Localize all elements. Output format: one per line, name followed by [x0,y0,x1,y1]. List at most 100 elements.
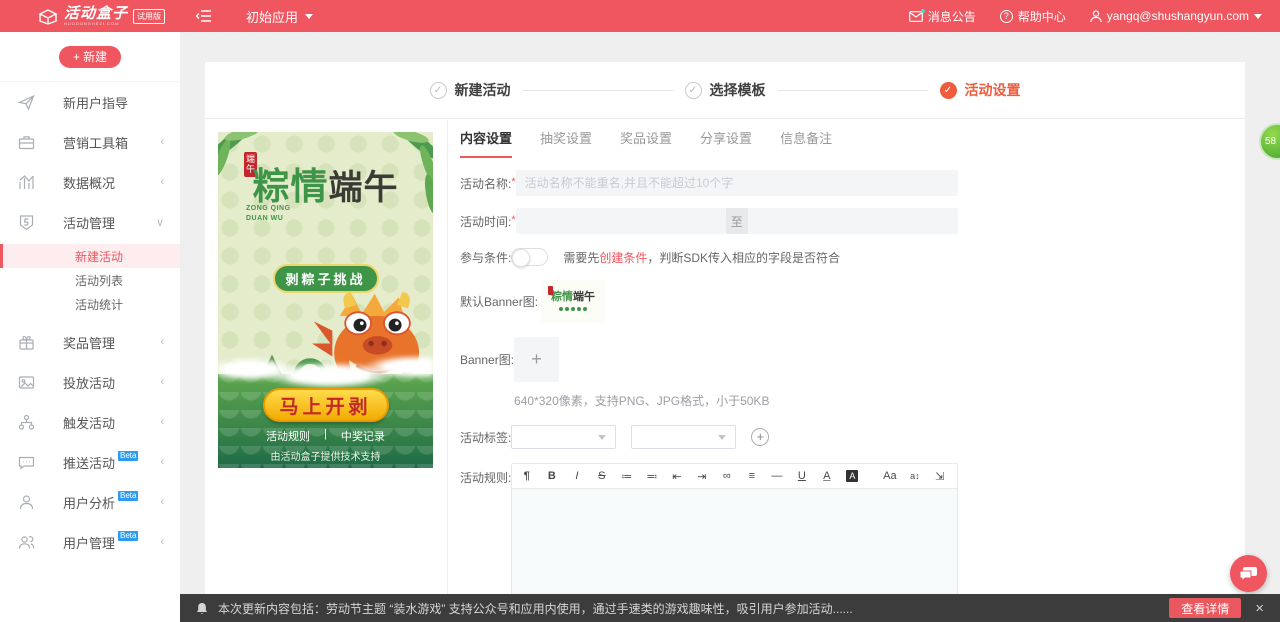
sidebar-item-activity-management[interactable]: 活动管理 ∨ [0,202,180,242]
banner-label: Banner图: [460,337,514,368]
line-height-icon[interactable]: a↕ [902,471,927,481]
create-condition-link[interactable]: 创建条件 [599,251,647,265]
sidebar-item-prize-management[interactable]: 奖品管理 ‹ [0,322,180,362]
required-mark: * [511,176,515,188]
activity-name-row: 活动名称:* [460,170,958,196]
sidebar-item-label: 用户分析 [63,493,115,512]
link-icon[interactable]: ∞ [714,470,739,482]
user-email: yangq@shushangyun.com [1107,9,1249,23]
tab-prize-settings[interactable]: 奖品设置 [620,128,672,158]
indent-icon[interactable]: ⇥ [689,470,714,483]
image-icon [18,374,35,391]
activity-preview-poster: 端午 粽情端午 ZONG QING DUAN WU 剥粽子挑战 [218,132,433,468]
sidebar: + 新建 新用户指导 营销工具箱 ‹ 数据概况 ‹ 活动管理 ∨ 新建活动 活动… [0,32,180,622]
underline-icon[interactable]: U [789,470,814,482]
add-tag-button[interactable]: + [751,428,769,446]
banner-upload-box[interactable]: + [514,337,559,382]
check-icon: ✓ [430,82,447,99]
help-center-link[interactable]: ? 帮助中心 [1000,8,1066,25]
time-separator: 至 [726,208,748,234]
unordered-list-icon[interactable]: ≔ [614,470,639,483]
step-activity-settings[interactable]: ✓ 活动设置 [940,80,1021,100]
activity-tags-row: 活动标签: + [460,425,958,449]
sidebar-item-marketing-toolbox[interactable]: 营销工具箱 ‹ [0,122,180,162]
poster-footer: 由活动盒子提供技术支持 [218,448,433,463]
sidebar-item-label: 新用户指导 [63,93,128,112]
sidebar-item-label: 营销工具箱 [63,133,128,152]
participation-condition-row: 参与条件: 需要先创建条件，判断SDK传入相应的字段是否符合 [460,248,958,266]
sidebar-item-user-analysis[interactable]: 用户分析 Beta ‹ [0,482,180,522]
new-activity-button[interactable]: + 新建 [59,46,121,68]
qq-service-badge[interactable]: 58 [1259,123,1280,160]
sidebar-item-push-activity[interactable]: 推送活动 Beta ‹ [0,442,180,482]
activity-name-input[interactable] [516,170,958,196]
user-icon [1090,10,1102,23]
new-button-area: + 新建 [0,32,180,82]
gift-box-logo-icon [38,7,58,25]
messages-link[interactable]: 消息公告 [909,8,976,25]
sidebar-subitem-new-activity[interactable]: 新建活动 [0,244,180,268]
tab-content-settings[interactable]: 内容设置 [460,128,512,158]
activity-time-label: 活动时间:* [460,213,516,230]
chat-fab-button[interactable] [1230,555,1267,592]
fullscreen-icon[interactable]: ⇲ [927,470,952,483]
vertical-divider [447,120,448,622]
chevron-down-icon [305,14,313,19]
envelope-icon [909,11,923,22]
banner-helper-text: 640*320像素，支持PNG、JPG格式，小于50KB [514,392,769,409]
activity-time-start-input[interactable] [516,208,726,234]
activity-management-submenu: 新建活动 活动列表 活动统计 [0,242,180,322]
condition-toggle[interactable] [511,248,548,266]
tab-lottery-settings[interactable]: 抽奖设置 [540,128,592,158]
poster-cta-button: 马上开剥 [263,388,389,422]
editor-toolbar: ¶ B I S ≔ ≕ ⇤ ⇥ ∞ ≡ — U A A Aa [512,464,957,489]
activity-time-end-input[interactable] [748,208,958,234]
poster-subtitle: ZONG QING DUAN WU [246,204,291,224]
horizontal-rule-icon[interactable]: — [764,470,789,482]
italic-icon[interactable]: I [564,470,589,482]
sidebar-subitem-activity-stats[interactable]: 活动统计 [0,292,180,316]
font-color-icon[interactable]: A [814,470,839,482]
paragraph-icon[interactable]: ¶ [514,470,539,482]
outdent-icon[interactable]: ⇤ [664,470,689,483]
collapse-sidebar-icon[interactable] [196,10,212,22]
tag-select-1[interactable] [511,425,616,449]
sidebar-item-data-overview[interactable]: 数据概况 ‹ [0,162,180,202]
chevron-down-icon [1254,14,1262,19]
gift-icon [18,334,35,351]
step-connector [523,90,673,91]
sidebar-subitem-activity-list[interactable]: 活动列表 [0,268,180,292]
step-choose-template[interactable]: ✓ 选择模板 [685,80,766,100]
ordered-list-icon[interactable]: ≕ [639,470,664,483]
help-label: 帮助中心 [1018,8,1066,25]
align-icon[interactable]: ≡ [739,470,764,482]
content-area: 端午 粽情端午 ZONG QING DUAN WU 剥粽子挑战 [205,120,1245,622]
app-selector[interactable]: 初始应用 [246,7,313,26]
user-menu[interactable]: yangq@shushangyun.com [1090,9,1262,23]
sidebar-item-label: 活动管理 [63,213,115,232]
close-icon[interactable]: × [1255,601,1264,616]
beta-badge: Beta [118,531,138,541]
tab-info-notes[interactable]: 信息备注 [780,128,832,158]
activity-tags-label: 活动标签: [460,429,511,446]
paper-plane-icon [18,94,35,111]
sidebar-item-trigger-activity[interactable]: 触发活动 ‹ [0,402,180,442]
default-banner-thumbnail[interactable]: 粽情端午 [541,280,605,323]
tab-share-settings[interactable]: 分享设置 [700,128,752,158]
bg-color-icon[interactable]: A [846,470,858,482]
sidebar-item-new-user-guide[interactable]: 新用户指导 [0,82,180,122]
sidebar-item-user-management[interactable]: 用户管理 Beta ‹ [0,522,180,562]
trial-badge: 试用版 [133,9,165,24]
font-case-icon[interactable]: Aa [877,470,902,482]
default-banner-row: 默认Banner图: 粽情端午 [460,280,958,323]
view-details-button[interactable]: 查看详情 [1169,598,1241,618]
step-new-activity[interactable]: ✓ 新建活动 [430,80,511,100]
poster-links: 活动规则|中奖记录 [218,428,433,444]
strikethrough-icon[interactable]: S [589,470,614,482]
sidebar-item-launch-activity[interactable]: 投放活动 ‹ [0,362,180,402]
bar-chart-icon [18,174,35,191]
bold-icon[interactable]: B [539,470,564,482]
beta-badge: Beta [118,491,138,501]
thumb-seal [548,286,553,295]
tag-select-2[interactable] [631,425,736,449]
